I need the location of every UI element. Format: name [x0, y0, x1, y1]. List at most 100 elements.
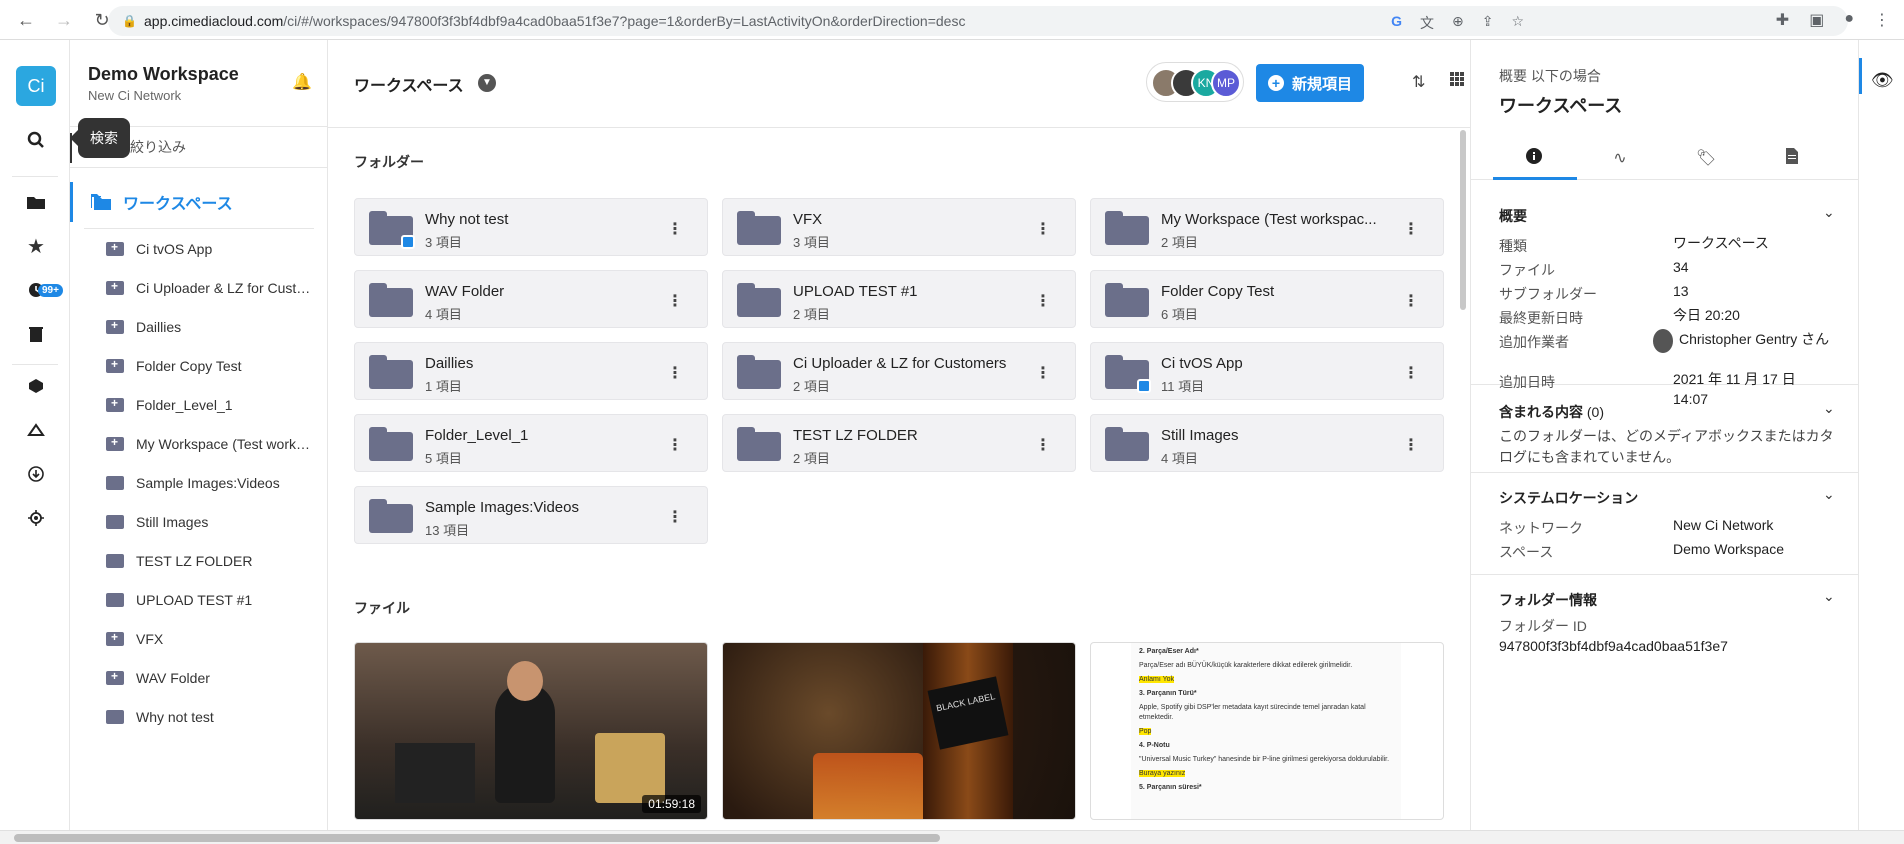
address-bar[interactable]: 🔒 app.cimediacloud.com/ci/#/workspaces/9… [108, 6, 1848, 36]
tab-document[interactable] [1751, 148, 1833, 169]
download-icon[interactable] [22, 460, 50, 488]
folder-card[interactable]: TEST LZ FOLDER 2 項目 ⋮ [722, 414, 1076, 472]
folder-item-count: 11 項目 [1161, 379, 1205, 394]
more-options-icon[interactable]: ⋮ [667, 291, 683, 311]
cloud-icon[interactable] [22, 416, 50, 444]
mediabox-badge-icon [401, 235, 415, 249]
folder-icon[interactable] [22, 188, 50, 216]
sidebar-folder-label: Sample Images:Videos [136, 474, 280, 491]
folder-card[interactable]: Why not test 3 項目 ⋮ [354, 198, 708, 256]
folder-item-count: 1 項目 [425, 379, 462, 394]
chevron-down-icon[interactable]: ▼ [478, 74, 496, 92]
more-options-icon[interactable]: ⋮ [667, 435, 683, 455]
search-icon[interactable] [22, 126, 50, 154]
more-options-icon[interactable]: ⋮ [1035, 291, 1051, 311]
eye-icon[interactable]: 👁 [1871, 70, 1894, 91]
folder-card[interactable]: WAV Folder 4 項目 ⋮ [354, 270, 708, 328]
new-item-button[interactable]: + 新規項目 [1256, 64, 1364, 102]
folder-card[interactable]: Folder Copy Test 6 項目 ⋮ [1090, 270, 1444, 328]
folder-shared-icon [106, 357, 124, 373]
folder-card[interactable]: Still Images 4 項目 ⋮ [1090, 414, 1444, 472]
chevron-down-icon[interactable]: ⌄ [1823, 204, 1835, 221]
bookmark-star-icon[interactable]: ☆ [1511, 13, 1524, 33]
folder-card[interactable]: Ci Uploader & LZ for Customers 2 項目 ⋮ [722, 342, 1076, 400]
folder-icon [1105, 211, 1149, 245]
share-icon[interactable]: ⇪ [1482, 13, 1494, 33]
more-options-icon[interactable]: ⋮ [667, 507, 683, 527]
forward-icon[interactable]: → [52, 8, 76, 32]
file-thumbnail-image[interactable]: BLACK LABEL [722, 642, 1076, 820]
zoom-icon[interactable]: ⊕ [1452, 13, 1464, 33]
trash-icon[interactable] [22, 320, 50, 348]
lock-icon: 🔒 [122, 14, 137, 28]
mediabox-icon[interactable] [22, 372, 50, 400]
sidebar-folder-item[interactable]: Daillies [84, 307, 314, 346]
more-options-icon[interactable]: ⋮ [1035, 219, 1051, 239]
back-icon[interactable]: ← [14, 8, 38, 32]
contents-text: このフォルダーは、どのメディアボックスまたはカタログにも含まれていません。 [1499, 428, 1834, 465]
folder-card[interactable]: UPLOAD TEST #1 2 項目 ⋮ [722, 270, 1076, 328]
bell-icon[interactable]: 🔔 [292, 72, 312, 92]
more-options-icon[interactable]: ⋮ [667, 219, 683, 239]
chevron-down-icon[interactable]: ⌄ [1823, 588, 1835, 605]
sidebar-folder-item[interactable]: Ci tvOS App [84, 229, 314, 268]
avatar-group[interactable]: KN MP [1146, 62, 1244, 102]
translate-icon[interactable]: 文 [1420, 13, 1434, 33]
tab-activity[interactable]: ∿ [1579, 148, 1661, 168]
grid-view-icon[interactable] [1450, 72, 1464, 91]
star-icon[interactable]: ★ [22, 232, 50, 260]
sidepanel-icon[interactable]: ▣ [1809, 10, 1824, 30]
folder-name: VFX [793, 211, 823, 228]
sidebar-folder-item[interactable]: WAV Folder [84, 658, 314, 697]
folder-icon [1105, 355, 1151, 393]
folder-card[interactable]: Folder_Level_1 5 項目 ⋮ [354, 414, 708, 472]
avatar[interactable]: MP [1211, 68, 1241, 98]
tab-info[interactable] [1493, 148, 1575, 169]
profile-icon[interactable]: ● [1844, 10, 1854, 30]
more-options-icon[interactable]: ⋮ [1403, 435, 1419, 455]
sidebar-folder-item[interactable]: Folder_Level_1 [84, 385, 314, 424]
folder-card[interactable]: Daillies 1 項目 ⋮ [354, 342, 708, 400]
more-options-icon[interactable]: ⋮ [1403, 363, 1419, 383]
more-options-icon[interactable]: ⋮ [1035, 363, 1051, 383]
ci-logo[interactable]: Ci [16, 66, 56, 106]
sidebar-item-workspace[interactable]: ワークスペース [70, 182, 328, 222]
icon-rail: Ci ★ 99+ [0, 40, 70, 844]
file-thumbnail-video[interactable]: 01:59:18 [354, 642, 708, 820]
sidebar-folder-label: Daillies [136, 318, 182, 335]
system-key: ネットワーク [1499, 520, 1583, 536]
folder-name: WAV Folder [425, 283, 505, 300]
sidebar-folder-item[interactable]: My Workspace (Test works... [84, 424, 314, 463]
google-icon[interactable]: G [1391, 13, 1402, 33]
tab-tags[interactable]: 🏷 [1665, 148, 1747, 168]
more-options-icon[interactable]: ⋮ [1035, 435, 1051, 455]
sidebar-folder-item[interactable]: Still Images [84, 502, 314, 541]
more-options-icon[interactable]: ⋮ [667, 363, 683, 383]
target-icon[interactable] [22, 504, 50, 532]
menu-icon[interactable]: ⋮ [1874, 10, 1890, 30]
folder-item-count: 13 項目 [425, 523, 470, 538]
sidebar-folder-item[interactable]: TEST LZ FOLDER [84, 541, 314, 580]
document-line: Apple, Spotify gibi DSP'ler metadata kay… [1139, 704, 1366, 721]
folder-card[interactable]: My Workspace (Test workspac... 2 項目 ⋮ [1090, 198, 1444, 256]
sidebar-folder-item[interactable]: Folder Copy Test [84, 346, 314, 385]
folder-card[interactable]: Ci tvOS App 11 項目 ⋮ [1090, 342, 1444, 400]
more-options-icon[interactable]: ⋮ [1403, 219, 1419, 239]
sidebar-folder-item[interactable]: Why not test [84, 697, 314, 736]
file-thumbnail-document[interactable]: 2. Parça/Eser Adı* Parça/Eser adı BÜYÜK/k… [1090, 642, 1444, 820]
sidebar-folder-item[interactable]: UPLOAD TEST #1 [84, 580, 314, 619]
sidebar-folder-item[interactable]: Ci Uploader & LZ for Custo... [84, 268, 314, 307]
folder-icon [106, 709, 124, 724]
folder-card[interactable]: Sample Images:Videos 13 項目 ⋮ [354, 486, 708, 544]
chevron-down-icon[interactable]: ⌄ [1823, 486, 1835, 503]
folder-card[interactable]: VFX 3 項目 ⋮ [722, 198, 1076, 256]
folder-item-count: 6 項目 [1161, 307, 1198, 322]
more-options-icon[interactable]: ⋮ [1403, 291, 1419, 311]
horizontal-scrollbar[interactable] [0, 830, 1904, 844]
search-tooltip: 検索 [70, 118, 130, 158]
vertical-scrollbar[interactable] [1460, 130, 1466, 310]
sidebar-folder-item[interactable]: VFX [84, 619, 314, 658]
sort-icon[interactable]: ⇅ [1412, 72, 1425, 92]
extensions-icon[interactable]: ✚ [1776, 10, 1789, 30]
sidebar-folder-item[interactable]: Sample Images:Videos [84, 463, 314, 502]
